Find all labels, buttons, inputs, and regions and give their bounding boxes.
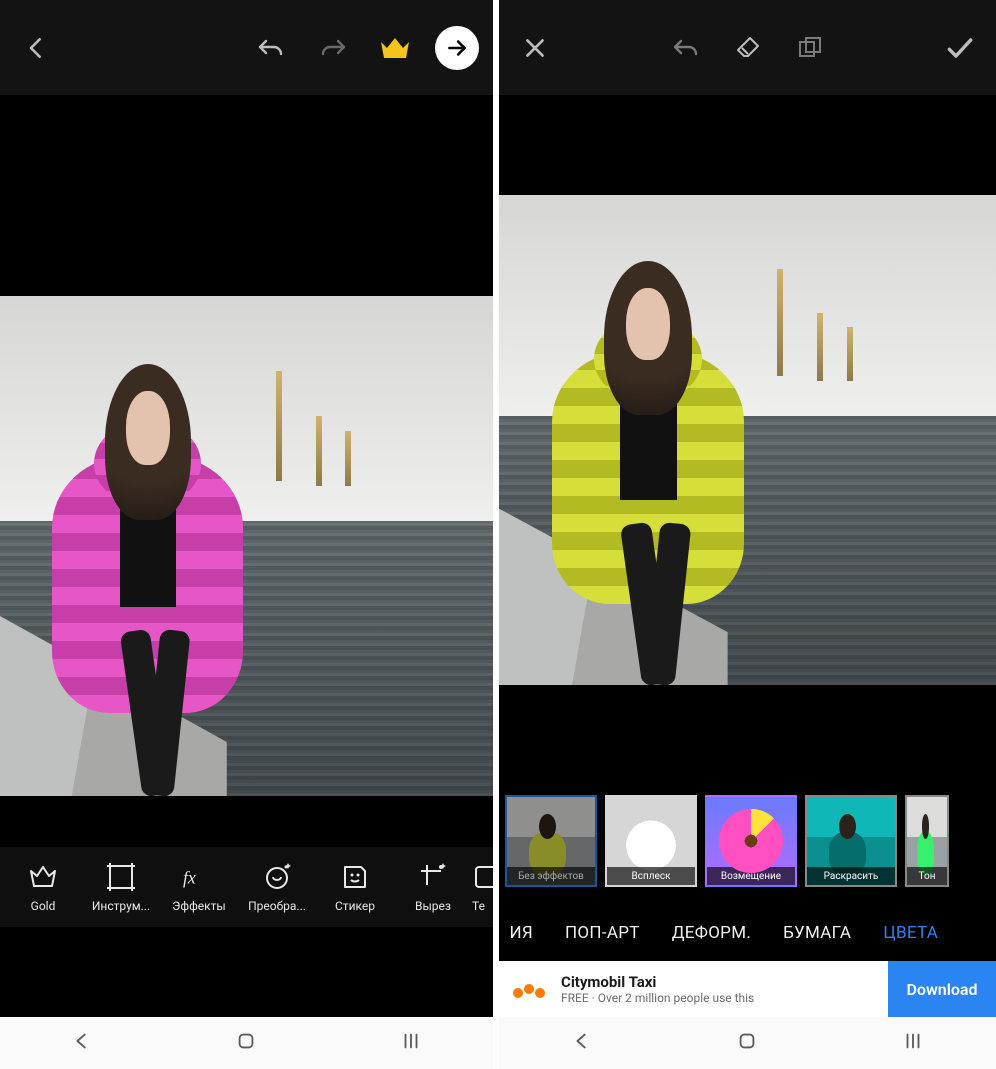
- tool-effects[interactable]: fx Эффекты: [160, 861, 238, 913]
- ad-download-button[interactable]: Download: [888, 961, 996, 1017]
- nav-home-icon[interactable]: [235, 1030, 257, 1056]
- nav-recents-icon[interactable]: [902, 1030, 924, 1056]
- nav-back-icon[interactable]: [71, 1030, 93, 1056]
- undo-button[interactable]: [664, 26, 708, 70]
- edited-photo: [0, 296, 493, 796]
- apply-check-button[interactable]: [938, 26, 982, 70]
- editor-effects-screen: Без эффектов Всплеск Возмещение Раскраси…: [499, 0, 996, 1069]
- nav-back-icon[interactable]: [571, 1030, 593, 1056]
- ad-text: Citymobil Taxi FREE · Over 2 million peo…: [561, 973, 754, 1005]
- tool-cutout[interactable]: Вырез: [394, 861, 472, 913]
- next-apply-button[interactable]: [435, 26, 479, 70]
- tool-label: Вырез: [415, 899, 451, 913]
- ad-subtitle: FREE · Over 2 million people use this: [561, 991, 754, 1005]
- category-tab[interactable]: ПОП-АРТ: [565, 923, 640, 943]
- close-button[interactable]: [513, 26, 557, 70]
- top-toolbar: [499, 0, 996, 95]
- thumb-label: Без эффектов: [507, 867, 595, 885]
- undo-button[interactable]: [249, 26, 293, 70]
- category-tab[interactable]: ДЕФОРМ.: [672, 923, 751, 943]
- android-nav-bar: [499, 1017, 996, 1069]
- tool-label: Стикер: [335, 899, 375, 913]
- effect-category-tabs[interactable]: ИЯ ПОП-АРТ ДЕФОРМ. БУМАГА ЦВЕТА: [499, 905, 996, 961]
- thumb-label: Возмещение: [707, 867, 795, 885]
- bottom-tools-bar: Gold Инструм... fx Эффекты Преобра... Ст…: [0, 847, 493, 927]
- tool-sticker[interactable]: Стикер: [316, 861, 394, 913]
- tool-label: Эффекты: [172, 899, 225, 913]
- edited-photo: [499, 195, 996, 685]
- effect-thumb-replace[interactable]: Возмещение: [705, 795, 797, 887]
- thumb-label: Тон: [907, 867, 947, 885]
- top-toolbar: [0, 0, 493, 95]
- editor-main-screen: Gold Инструм... fx Эффекты Преобра... Ст…: [0, 0, 493, 1069]
- tool-label: Преобра...: [248, 899, 306, 913]
- tool-beautify[interactable]: Преобра...: [238, 861, 316, 913]
- image-canvas[interactable]: [499, 95, 996, 789]
- thumb-label: Всплеск: [607, 867, 695, 885]
- layers-button[interactable]: [788, 26, 832, 70]
- category-tab-active[interactable]: ЦВЕТА: [883, 923, 938, 943]
- eraser-button[interactable]: [726, 26, 770, 70]
- effect-thumbnail-strip[interactable]: Без эффектов Всплеск Возмещение Раскраси…: [499, 789, 996, 905]
- premium-crown-icon[interactable]: [373, 26, 417, 70]
- android-nav-bar: [0, 1017, 493, 1069]
- tool-label: Те: [472, 899, 485, 913]
- tool-tools[interactable]: Инструм...: [82, 861, 160, 913]
- tool-label: Gold: [31, 899, 56, 913]
- tool-label: Инструм...: [92, 899, 150, 913]
- nav-home-icon[interactable]: [736, 1030, 758, 1056]
- effect-thumb-tone[interactable]: Тон: [905, 795, 949, 887]
- image-canvas[interactable]: [0, 95, 493, 847]
- svg-text:fx: fx: [183, 867, 196, 887]
- ad-app-icon: [509, 968, 551, 1010]
- tool-gold[interactable]: Gold: [4, 861, 82, 913]
- category-tab[interactable]: ИЯ: [505, 923, 533, 943]
- effect-thumb-none[interactable]: Без эффектов: [505, 795, 597, 887]
- nav-recents-icon[interactable]: [400, 1030, 422, 1056]
- effect-thumb-colorize[interactable]: Раскрасить: [805, 795, 897, 887]
- ad-title: Citymobil Taxi: [561, 973, 754, 991]
- tool-text-partial[interactable]: Те: [472, 861, 493, 913]
- ad-banner[interactable]: Citymobil Taxi FREE · Over 2 million peo…: [499, 961, 996, 1017]
- effect-thumb-splash[interactable]: Всплеск: [605, 795, 697, 887]
- back-button[interactable]: [14, 26, 58, 70]
- redo-button[interactable]: [311, 26, 355, 70]
- thumb-label: Раскрасить: [807, 867, 895, 885]
- category-tab[interactable]: БУМАГА: [783, 923, 851, 943]
